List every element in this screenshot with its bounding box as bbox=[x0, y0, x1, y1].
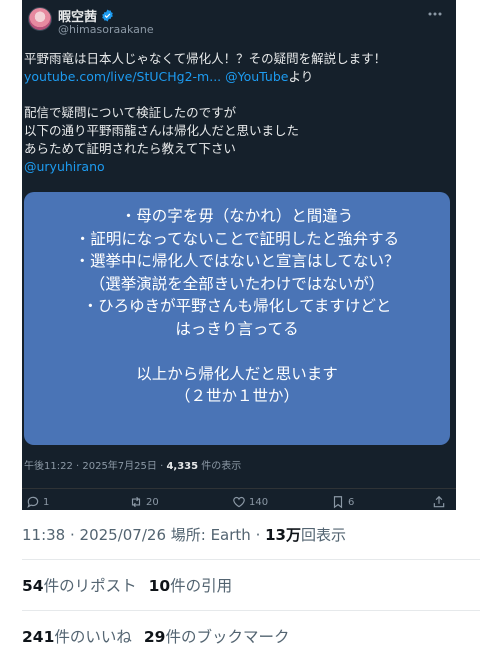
share-button[interactable] bbox=[432, 495, 446, 509]
more-options-icon[interactable] bbox=[428, 12, 442, 16]
bookmarks-count: 29 bbox=[143, 628, 166, 646]
post-meta: 11:38 · 2025/07/26 場所: Earth · 13万回表示 bbox=[22, 524, 346, 545]
image-text-line: （選挙演説を全部きいたわけではないが） bbox=[89, 274, 385, 293]
author-name-row: 暇空茜 bbox=[58, 6, 114, 25]
bookmark-icon bbox=[333, 496, 343, 509]
post-time-location: 11:38 · 2025/07/26 場所: Earth · bbox=[22, 526, 266, 544]
author-handle[interactable]: @himasoraakane bbox=[58, 23, 154, 36]
reposts-label: 件のリポスト bbox=[43, 577, 137, 595]
image-text-line: ・母の字を毋（なかれ）と間違う bbox=[120, 207, 354, 225]
quotes-label: 件の引用 bbox=[170, 577, 233, 595]
bookmark-button[interactable]: 6 bbox=[331, 495, 354, 509]
image-text-line: （２世か１世か） bbox=[174, 387, 299, 406]
tweet-body-line: あらためて証明されたら教えて下さい bbox=[24, 141, 236, 156]
retweet-button[interactable]: 20 bbox=[129, 495, 159, 509]
divider bbox=[22, 610, 480, 611]
like-button[interactable]: 140 bbox=[232, 495, 268, 509]
reposts-stat[interactable]: 54件のリポスト bbox=[22, 577, 137, 595]
tweet-image[interactable]: ・母の字を毋（なかれ）と間違う ・証明になってないことで証明したと強弁する ・選… bbox=[24, 192, 450, 445]
reply-count: 1 bbox=[43, 496, 50, 508]
heart-icon bbox=[233, 496, 245, 508]
reposts-count: 54 bbox=[22, 577, 44, 595]
reply-icon bbox=[27, 496, 39, 508]
tweet-body-text: より bbox=[288, 69, 314, 84]
youtube-link[interactable]: youtube.com/live/StUCHg2-m... bbox=[24, 69, 221, 84]
bookmarks-label: 件のブックマーク bbox=[165, 628, 290, 646]
tweet-action-bar: 1 20 140 6 bbox=[22, 488, 456, 510]
tweet-link-line: youtube.com/live/StUCHg2-m... @YouTubeより bbox=[24, 68, 444, 86]
like-count: 140 bbox=[249, 496, 269, 508]
image-text-line: はっきり言ってる bbox=[175, 319, 299, 338]
timestamp-views-label: 件の表示 bbox=[198, 461, 242, 472]
tweet-body-line: 平野雨竜は日本人じゃなくて帰化人！？その疑問を解説します！ bbox=[24, 51, 387, 66]
engagement-stats-row-1: 54件のリポスト 10件の引用 bbox=[22, 574, 232, 596]
embedded-tweet-card[interactable]: 暇空茜 @himasoraakane 平野雨竜は日本人じゃなくて帰化人！？その疑… bbox=[22, 0, 456, 510]
retweet-count: 20 bbox=[146, 496, 159, 508]
author-display-name[interactable]: 暇空茜 bbox=[58, 6, 97, 25]
quotes-count: 10 bbox=[148, 577, 171, 595]
share-icon bbox=[433, 495, 445, 508]
reply-button[interactable]: 1 bbox=[26, 495, 49, 509]
divider bbox=[22, 559, 480, 560]
post-view-count: 13万 bbox=[265, 526, 301, 544]
engagement-stats-row-2: 241件のいいね 29件のブックマーク bbox=[22, 625, 289, 647]
uryuhirano-mention[interactable]: @uryuhirano bbox=[24, 158, 444, 176]
image-text-line: ・ひろゆきが平野さんも帰化してますけどと bbox=[82, 297, 392, 316]
post-views-label: 回表示 bbox=[300, 526, 346, 544]
image-text-line: 以上から帰化人だと思います bbox=[136, 364, 338, 383]
tweet-body: 平野雨竜は日本人じゃなくて帰化人！？その疑問を解説します！ youtube.co… bbox=[24, 50, 444, 176]
likes-count: 241 bbox=[22, 628, 55, 646]
image-text-line: ・証明になってないことで証明したと強弁する bbox=[74, 229, 400, 248]
likes-label: 件のいいね bbox=[54, 628, 132, 646]
bookmarks-stat[interactable]: 29件のブックマーク bbox=[144, 628, 290, 646]
tweet-timestamp[interactable]: 午後11:22 · 2025年7月25日 · 4,335 件の表示 bbox=[24, 457, 241, 472]
bookmark-count: 6 bbox=[348, 496, 355, 508]
tweet-body-line: 以下の通り平野雨龍さんは帰化人だと思いました bbox=[24, 123, 300, 138]
tweet-image-text: ・母の字を毋（なかれ）と間違う ・証明になってないことで証明したと強弁する ・選… bbox=[24, 205, 450, 408]
verified-badge-icon bbox=[102, 9, 113, 21]
tweet-body-line: 配信で疑問について検証したのですが bbox=[24, 105, 237, 120]
youtube-mention[interactable]: @YouTube bbox=[225, 69, 288, 84]
timestamp-text: 午後11:22 · 2025年7月25日 · bbox=[24, 461, 167, 472]
retweet-icon bbox=[131, 496, 141, 508]
likes-stat[interactable]: 241件のいいね bbox=[22, 628, 132, 646]
quotes-stat[interactable]: 10件の引用 bbox=[149, 577, 233, 595]
tweet-view-count: 4,335 bbox=[166, 461, 199, 472]
image-text-line: ・選挙中に帰化人ではないと宣言はしてない？ bbox=[74, 252, 400, 271]
avatar[interactable] bbox=[28, 7, 52, 31]
